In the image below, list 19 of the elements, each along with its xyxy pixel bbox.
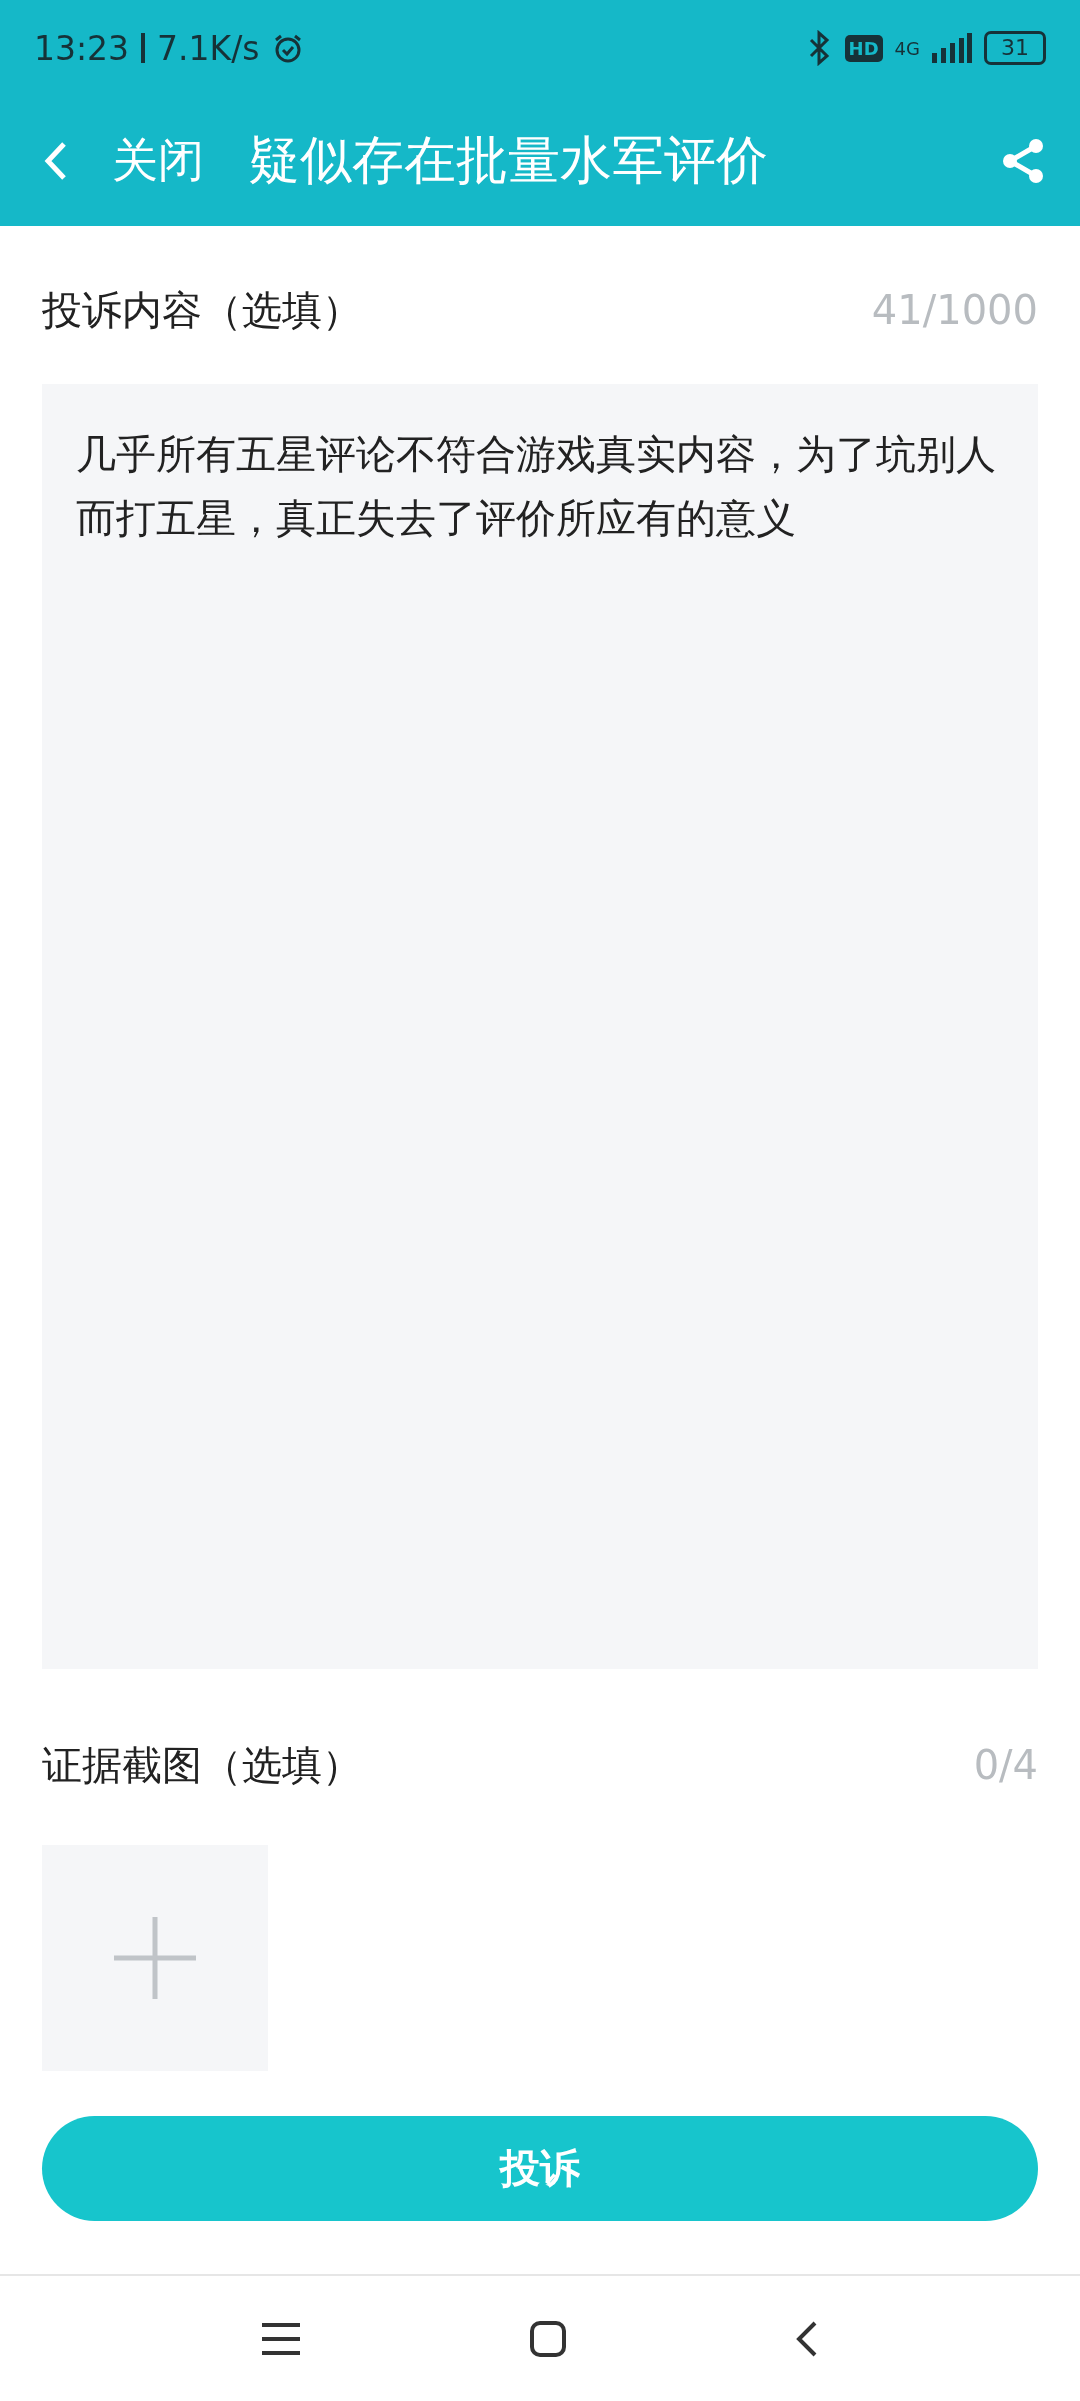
network-type: 4G bbox=[894, 37, 920, 59]
page-title: 疑似存在批量水军评价 bbox=[248, 129, 768, 192]
image-counter: 0/4 bbox=[973, 1742, 1038, 1788]
network-speed: 7.1K/s bbox=[157, 28, 260, 68]
complaint-field[interactable]: 几乎所有五星评论不符合游戏真实内容，为了坑别人而打五星，真正失去了评价所应有的意义 bbox=[42, 384, 1038, 1669]
home-icon[interactable] bbox=[530, 2320, 566, 2357]
back-icon[interactable] bbox=[796, 2320, 818, 2357]
section-label: 投诉内容（选填） bbox=[42, 285, 362, 335]
menu-icon[interactable] bbox=[262, 2321, 300, 2356]
close-link[interactable]: 关闭 bbox=[112, 130, 204, 192]
signal-icon bbox=[932, 33, 972, 63]
hd-badge: HD bbox=[844, 34, 883, 62]
character-counter: 41/1000 bbox=[871, 287, 1038, 333]
battery-level: 31 bbox=[984, 31, 1046, 65]
clock-time: 13:23 bbox=[34, 28, 130, 68]
plus-icon bbox=[114, 1917, 196, 1999]
separator-icon bbox=[141, 33, 146, 63]
section-label: 证据截图（选填） bbox=[42, 1740, 362, 1790]
submit-button[interactable]: 投诉 bbox=[42, 2116, 1038, 2221]
